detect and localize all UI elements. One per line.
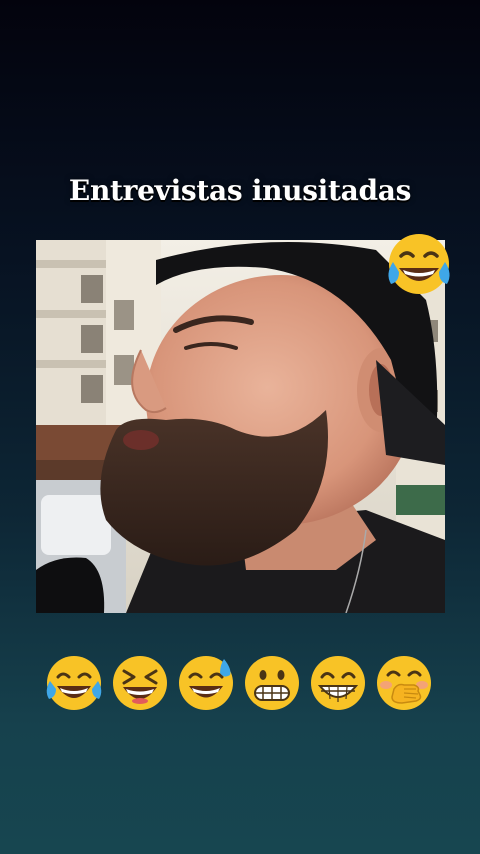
sweat-smile-icon [176, 653, 236, 713]
grimacing-icon [242, 653, 302, 713]
beaming-grin-icon [308, 653, 368, 713]
hand-over-mouth-icon [374, 653, 434, 713]
tears-of-joy-icon [383, 232, 455, 300]
squinting-laugh-icon [110, 653, 170, 713]
tears-of-joy-icon [44, 653, 104, 713]
post-title: Entrevistas inusitadas [68, 174, 412, 207]
